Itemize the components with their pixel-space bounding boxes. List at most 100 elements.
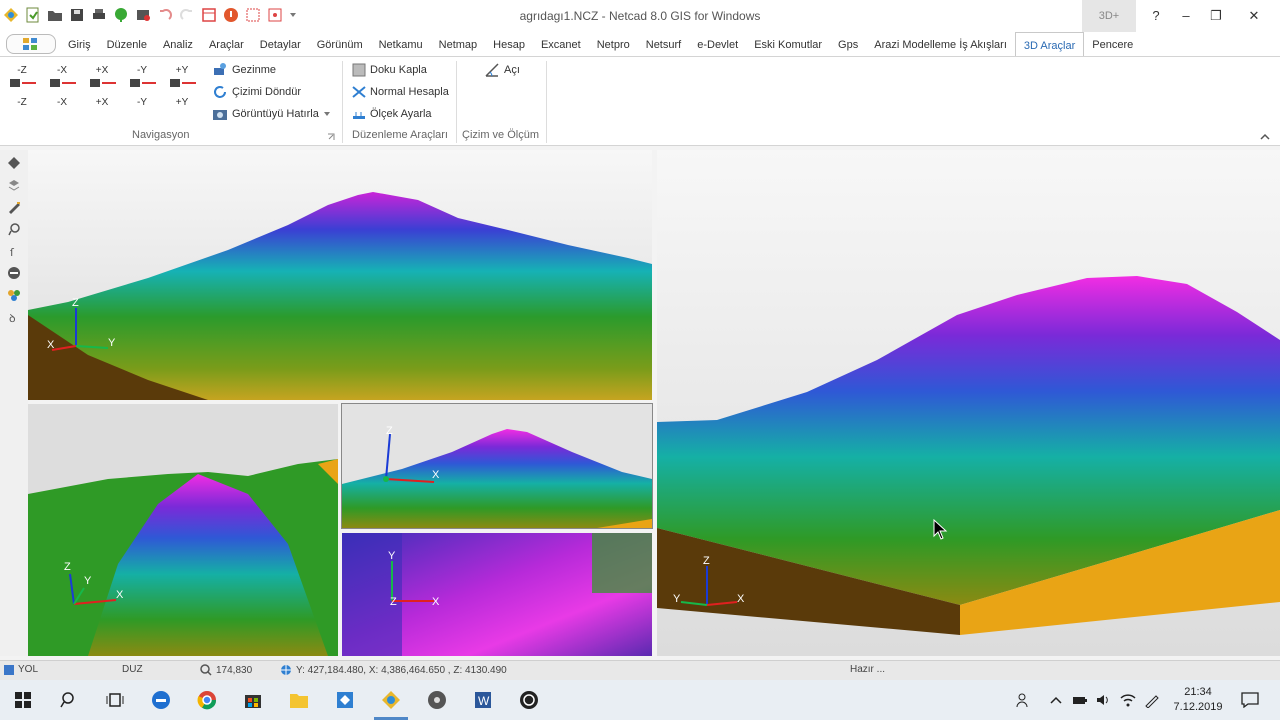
tray-expand-button[interactable] xyxy=(1044,680,1068,720)
tab-item[interactable]: Netpro xyxy=(589,32,638,56)
view-neg-y-button[interactable]: -Y -Y xyxy=(126,65,158,109)
taskbar-clock[interactable]: 21:34 7.12.2019 xyxy=(1170,685,1226,715)
tab-item[interactable]: Görünüm xyxy=(309,32,371,56)
new-file-icon[interactable] xyxy=(24,6,42,24)
volume-button[interactable] xyxy=(1092,680,1116,720)
gezinme-button[interactable]: Gezinme xyxy=(212,60,276,80)
view-pos-x-button[interactable]: +X +X xyxy=(86,65,118,109)
dropdown-arrow-icon xyxy=(323,112,330,116)
info-icon[interactable] xyxy=(222,6,240,24)
settings-icon[interactable] xyxy=(134,6,152,24)
palette-icon[interactable] xyxy=(5,286,23,304)
wifi-button[interactable] xyxy=(1116,680,1140,720)
pencil-icon[interactable] xyxy=(5,198,23,216)
viewport-bottom-mid-top[interactable]: Z X xyxy=(341,403,653,529)
tab-item[interactable]: Gps xyxy=(830,32,866,56)
tab-item[interactable]: 3D Araçlar xyxy=(1014,32,1085,56)
open-folder-icon[interactable] xyxy=(46,6,64,24)
axis-view-icon xyxy=(170,79,196,87)
app-button-2[interactable] xyxy=(414,680,460,720)
tab-item[interactable]: Detaylar xyxy=(252,32,309,56)
netcad-tool-button[interactable] xyxy=(322,680,368,720)
close-button[interactable]: ✕ xyxy=(1238,0,1270,32)
pen-button[interactable] xyxy=(1140,680,1164,720)
tab-item[interactable]: Arazi Modelleme İş Akışları xyxy=(866,32,1015,56)
balloon-icon[interactable] xyxy=(112,6,130,24)
zoom-out-icon[interactable] xyxy=(5,264,23,282)
undo-icon[interactable] xyxy=(156,6,174,24)
navigate-icon[interactable] xyxy=(5,154,23,172)
tab-item[interactable]: Netmap xyxy=(431,32,486,56)
netcad-button[interactable] xyxy=(368,680,414,720)
olcek-ayarla-button[interactable]: Ölçek Ayarla xyxy=(352,104,432,124)
zoom-frame-icon[interactable] xyxy=(266,6,284,24)
redo-icon[interactable] xyxy=(178,6,196,24)
cizimi-dondur-button[interactable]: Çizimi Döndür xyxy=(212,82,301,102)
netcad-logo-icon[interactable] xyxy=(2,6,20,24)
tab-item[interactable]: Pencere xyxy=(1084,32,1141,56)
tab-item[interactable]: Netkamu xyxy=(371,32,431,56)
minimize-button[interactable]: – xyxy=(1170,0,1202,32)
tab-item[interactable]: Giriş xyxy=(60,32,99,56)
tab-item[interactable]: Düzenle xyxy=(99,32,155,56)
nav-btn-bottom-label: +X xyxy=(95,97,109,108)
start-button[interactable] xyxy=(0,680,46,720)
chrome-button[interactable] xyxy=(184,680,230,720)
word-button[interactable]: W xyxy=(460,680,506,720)
obs-button[interactable] xyxy=(506,680,552,720)
print-icon[interactable] xyxy=(90,6,108,24)
select-frame-icon[interactable] xyxy=(244,6,262,24)
file-explorer-button[interactable] xyxy=(276,680,322,720)
search-button[interactable] xyxy=(46,680,92,720)
symbol-icon[interactable]: ꝺ xyxy=(5,308,23,326)
task-view-button[interactable] xyxy=(92,680,138,720)
goruntuyu-hatirla-button[interactable]: Görüntüyü Hatırla xyxy=(212,104,331,124)
doku-kapla-button[interactable]: Doku Kapla xyxy=(352,60,427,80)
terrain-render: Z X Y xyxy=(657,276,1280,635)
navigasyon-group-label: Navigasyon xyxy=(132,129,190,141)
save-icon[interactable] xyxy=(68,6,86,24)
mode-badge[interactable]: 3D+ xyxy=(1082,0,1136,32)
nav-btn-bottom-label: -X xyxy=(57,97,67,108)
collapse-ribbon-icon[interactable] xyxy=(1260,133,1270,141)
tab-item[interactable]: Netsurf xyxy=(638,32,689,56)
dialog-launcher-icon[interactable] xyxy=(327,133,335,141)
layers-icon[interactable] xyxy=(5,176,23,194)
lasso-icon[interactable] xyxy=(5,220,23,238)
measure-icon[interactable]: ſ xyxy=(5,242,23,260)
customize-dropdown-icon[interactable] xyxy=(288,6,298,24)
viewport-main-right[interactable]: Z X Y xyxy=(657,150,1280,656)
group-separator xyxy=(546,61,547,143)
tab-item[interactable]: Araçlar xyxy=(201,32,252,56)
tab-item[interactable]: Excanet xyxy=(533,32,589,56)
nav-btn-top-label: -Z xyxy=(17,65,27,76)
view-pos-y-button[interactable]: +Y +Y xyxy=(166,65,198,109)
viewport-bottom-mid-bottom[interactable]: Y Z X xyxy=(342,533,652,656)
tab-item[interactable]: Analiz xyxy=(155,32,201,56)
normal-hesapla-button[interactable]: Normal Hesapla xyxy=(352,82,449,102)
battery-button[interactable] xyxy=(1068,680,1092,720)
tab-item[interactable]: e-Devlet xyxy=(689,32,746,56)
tab-item[interactable]: Eski Komutlar xyxy=(746,32,830,56)
people-button[interactable] xyxy=(1004,680,1044,720)
app-menu-button[interactable] xyxy=(6,34,56,54)
layer-status[interactable]: YOL xyxy=(4,664,38,675)
store-button[interactable] xyxy=(230,680,276,720)
help-button[interactable]: ? xyxy=(1140,0,1172,32)
restore-button[interactable]: ❐ xyxy=(1200,0,1232,32)
viewport-top-left[interactable]: Z X Y xyxy=(28,150,652,400)
view-neg-x-button[interactable]: -X -X xyxy=(46,65,78,109)
axis-y-label: Y xyxy=(84,575,92,587)
disc-icon xyxy=(428,691,446,709)
view-neg-z-button[interactable]: -Z -Z xyxy=(6,65,38,109)
ribbon-tabs: Giriş Düzenle Analiz Araçlar Detaylar Görünüm… xyxy=(60,32,1141,56)
tab-item[interactable]: Hesap xyxy=(485,32,533,56)
axis-z-label: Z xyxy=(386,425,393,437)
edge-button[interactable] xyxy=(138,680,184,720)
axis-x-label: X xyxy=(432,596,440,608)
axis-x-label: X xyxy=(432,469,440,481)
notifications-button[interactable] xyxy=(1230,680,1270,720)
aci-button[interactable]: Açı xyxy=(484,60,520,80)
layout-icon[interactable] xyxy=(200,6,218,24)
viewport-bottom-left[interactable]: Z X Y xyxy=(28,404,338,656)
